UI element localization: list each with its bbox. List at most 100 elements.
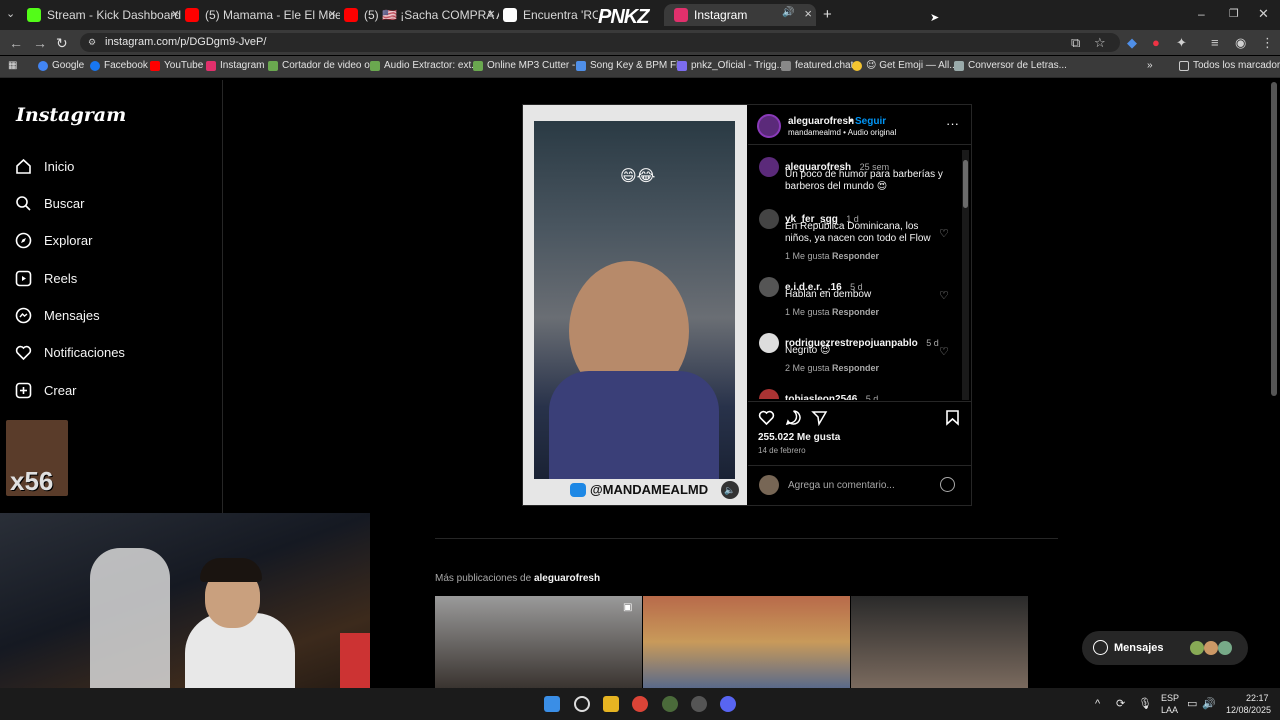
caption-avatar[interactable] [759, 157, 779, 177]
comment-likes[interactable]: 1 Me gusta [785, 251, 830, 261]
keyboard-layout[interactable]: LAA [1161, 705, 1178, 715]
bookmark-youtube[interactable]: YouTube [150, 60, 203, 71]
sidebar-item-reels[interactable]: Reels [15, 270, 77, 287]
mute-icon[interactable]: 🔈 [721, 481, 739, 499]
volume-icon[interactable]: 🔊 [1202, 697, 1216, 710]
tray-overflow-icon[interactable]: ^ [1095, 698, 1100, 710]
search-icon[interactable] [574, 696, 590, 712]
media-control-icon[interactable]: ≡ [1211, 35, 1219, 50]
reload-icon[interactable]: ↻ [56, 35, 68, 52]
tray-app-icon[interactable]: ⟳ [1116, 697, 1125, 710]
speaker-icon[interactable]: 🔊 [782, 7, 794, 18]
comment-avatar[interactable] [759, 333, 779, 353]
obs-icon[interactable] [691, 696, 707, 712]
windows-start-icon[interactable] [544, 696, 560, 712]
network-icon[interactable]: ▭ [1187, 697, 1197, 710]
messages-pill[interactable]: Mensajes [1082, 631, 1248, 665]
back-arrow-icon[interactable]: ← [9, 35, 23, 51]
close-icon[interactable]: × [487, 6, 495, 21]
bookmark-featured-chat[interactable]: featured.chat [781, 60, 853, 71]
bookmark-star-icon[interactable]: ☆ [1094, 35, 1106, 51]
app-icon[interactable] [662, 696, 678, 712]
bookmark-instagram[interactable]: Instagram [206, 60, 264, 71]
chrome-icon[interactable] [632, 696, 648, 712]
audio-label[interactable]: Audio original [848, 128, 896, 137]
reply-button[interactable]: Responder [832, 307, 879, 317]
emoji-picker-icon[interactable] [940, 477, 955, 492]
reply-button[interactable]: Responder [832, 363, 879, 373]
bookmark-get-emoji[interactable]: 😉 Get Emoji — All... [852, 60, 958, 71]
bookmark-song-key[interactable]: Song Key & BPM Fi... [576, 60, 687, 71]
comment-avatar[interactable] [759, 277, 779, 297]
url-text[interactable]: instagram.com/p/DGDgm9-JveP/ [105, 36, 266, 48]
minimize-button[interactable]: – [1198, 7, 1205, 21]
tab-youtube-1[interactable]: (5) Mamama - Ele El Muerto x × [185, 4, 340, 26]
tab-tiktok[interactable]: Encuentra 'ROBERT [503, 4, 598, 26]
close-icon[interactable]: × [171, 6, 179, 21]
post-thumbnail[interactable] [851, 596, 1028, 688]
author-avatar[interactable] [757, 114, 781, 138]
install-app-icon[interactable]: ⧉ [1071, 35, 1080, 51]
comment-username[interactable]: tobiasleon2546 [785, 394, 857, 400]
author-username[interactable]: aleguarofresh [788, 116, 854, 127]
sidebar-item-notificaciones[interactable]: Notificaciones [15, 344, 125, 361]
comment-likes[interactable]: 2 Me gusta [785, 363, 830, 373]
comment-input[interactable]: Agrega un comentario... [788, 480, 895, 491]
tab-kick[interactable]: Stream - Kick Dashboard × [27, 4, 183, 26]
tab-youtube-2[interactable]: (5) 🇺🇸 ¡Sacha COMPRA AUTO × [344, 4, 499, 26]
restore-button[interactable]: ❐ [1229, 7, 1239, 20]
file-explorer-icon[interactable] [603, 696, 619, 712]
comment-likes[interactable]: 1 Me gusta [785, 307, 830, 317]
reply-button[interactable]: Responder [832, 251, 879, 261]
sidebar-item-crear[interactable]: Crear [15, 382, 77, 399]
sub-author-name[interactable]: mandamealmd [788, 128, 841, 137]
bookmark-audio-extractor[interactable]: Audio Extractor: ext... [370, 60, 480, 71]
tab-instagram[interactable]: Instagram 🔊 × [664, 4, 816, 26]
comment-bubble-icon[interactable] [785, 409, 802, 431]
clock-time[interactable]: 22:17 [1246, 693, 1269, 703]
discord-icon[interactable] [720, 696, 736, 712]
save-bookmark-icon[interactable] [945, 409, 960, 431]
comment-like-heart-icon[interactable]: ♡ [939, 289, 949, 302]
apps-grid-icon[interactable]: ▦ [8, 60, 17, 71]
bookmark-mp3-cutter[interactable]: Online MP3 Cutter -... [473, 60, 584, 71]
likes-count[interactable]: 255.022 Me gusta [758, 432, 840, 443]
post-thumbnail[interactable]: ▣ [435, 596, 642, 688]
more-posts-username[interactable]: aleguarofresh [534, 573, 600, 584]
more-options-icon[interactable]: ··· [946, 116, 959, 131]
bookmark-google[interactable]: Google [38, 60, 84, 71]
share-send-icon[interactable] [811, 409, 828, 431]
all-bookmarks-folder[interactable]: Todos los marcadores [1179, 60, 1280, 71]
clock-date[interactable]: 12/08/2025 [1226, 705, 1271, 715]
close-window-button[interactable]: ✕ [1258, 6, 1269, 22]
sidebar-item-mensajes[interactable]: Mensajes [15, 307, 100, 324]
sidebar-item-buscar[interactable]: Buscar [15, 195, 84, 212]
sidebar-item-explorar[interactable]: Explorar [15, 232, 92, 249]
comment-like-heart-icon[interactable]: ♡ [939, 345, 949, 358]
close-icon[interactable]: × [328, 6, 336, 21]
tab-search-icon[interactable]: ⌄ [6, 7, 15, 20]
comment-avatar[interactable] [759, 209, 779, 229]
bookmark-conversor[interactable]: Conversor de Letras... [954, 60, 1067, 71]
close-icon[interactable]: × [804, 6, 812, 21]
bookmarks-overflow-button[interactable]: » [1147, 60, 1153, 71]
language-indicator[interactable]: ESP [1161, 693, 1179, 703]
comments-scrollbar[interactable] [962, 150, 969, 400]
menu-dots-icon[interactable]: ⋮ [1261, 35, 1274, 51]
scrollbar-thumb[interactable] [963, 160, 968, 208]
new-tab-button[interactable]: + [823, 6, 832, 23]
forward-arrow-icon[interactable]: → [33, 35, 47, 51]
profile-avatar-icon[interactable]: ◉ [1235, 35, 1246, 51]
bookmark-pnkz[interactable]: pnkz_Oficial - Trigg... [677, 60, 785, 71]
sidebar-item-inicio[interactable]: Inicio [15, 158, 74, 175]
site-info-icon[interactable]: ⚙ [88, 37, 96, 48]
like-heart-icon[interactable] [758, 409, 775, 431]
extension-icon[interactable]: ◆ [1127, 35, 1137, 51]
page-scrollbar[interactable] [1271, 82, 1277, 396]
microphone-icon[interactable]: 🎙 [1138, 697, 1152, 710]
reel-video[interactable]: 😄😂 [534, 121, 735, 479]
instagram-logo[interactable]: Instagram [16, 104, 126, 126]
follow-button[interactable]: Seguir [855, 116, 886, 127]
bookmark-cortador[interactable]: Cortador de video o... [268, 60, 378, 71]
post-thumbnail[interactable] [643, 596, 850, 688]
